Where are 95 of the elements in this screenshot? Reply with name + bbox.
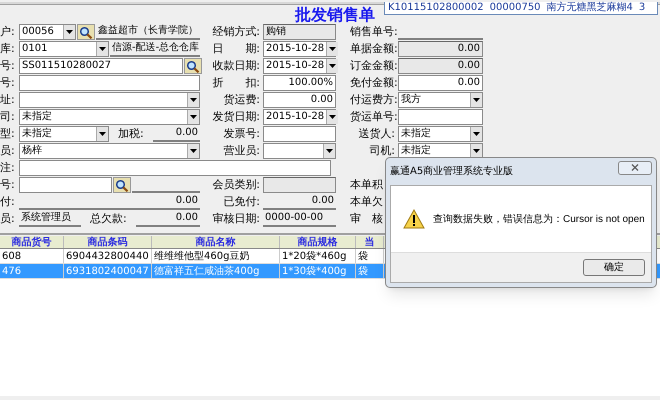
dropdown-field[interactable] <box>263 143 336 159</box>
field-label: 经销方式: <box>212 24 261 40</box>
list-cell: 南方无糖黑芝麻糊4 <box>546 2 633 14</box>
input-field[interactable] <box>19 177 112 193</box>
input-field[interactable] <box>19 75 200 91</box>
column-header[interactable]: 商品条码 <box>64 236 152 248</box>
search-icon[interactable] <box>113 177 131 193</box>
input-field[interactable]: 100.00% <box>263 75 336 91</box>
dropdown-field[interactable]: 2015-10-28 <box>263 109 336 125</box>
column-header[interactable]: 当 <box>356 236 384 248</box>
table-cell: 袋 <box>356 264 384 278</box>
list-cell: K10115102800002 <box>388 2 484 14</box>
table-cell: 1*30袋*400g <box>280 264 356 278</box>
underlined-value: 0.00 <box>136 211 200 227</box>
table-cell: 德富祥五仁咸油茶400g <box>152 264 280 278</box>
form-title: 批发销售单 <box>295 5 375 24</box>
field-label: 型: <box>0 126 16 142</box>
readonly-field: 0.00 <box>398 41 483 57</box>
table-cell: 6931802400047 <box>64 264 152 278</box>
dialog-message: 查询数据失败，错误信息为：Cursor is not open <box>433 212 645 226</box>
readonly-field: 购销 <box>263 24 336 40</box>
input-field[interactable]: 0.00 <box>398 75 483 91</box>
list-cell: 00000750 <box>490 2 541 14</box>
field-label: 加税: <box>117 126 145 142</box>
field-label: 订金金额: <box>350 58 397 74</box>
readonly-field: 0.00 <box>398 58 483 74</box>
field-label: 号: <box>0 75 16 91</box>
input-field[interactable] <box>398 109 483 125</box>
field-label: 司机: <box>368 143 396 159</box>
field-label: 折 扣: <box>212 75 261 91</box>
column-header[interactable]: 商品货号 <box>0 236 64 248</box>
table-cell: 1*20袋*460g <box>280 249 356 263</box>
table-cell: 608 <box>0 249 64 263</box>
underlined-value: 0000-00-00 <box>263 211 336 227</box>
field-label: 总欠款: <box>89 211 128 227</box>
dropdown-field[interactable]: 未指定 <box>19 126 109 142</box>
field-label: 营业员: <box>222 143 261 159</box>
warning-icon <box>403 209 425 229</box>
field-label: 付运费方: <box>350 92 397 108</box>
dropdown-field[interactable]: 0101 <box>19 41 109 57</box>
field-label: 发货日期: <box>212 109 261 125</box>
dropdown-field[interactable]: 2015-10-28 <box>263 41 336 57</box>
field-label: 送货人: <box>357 126 396 142</box>
dialog-title: 赢通A5商业管理系统专业版 <box>390 164 514 179</box>
table-cell: 袋 <box>356 249 384 263</box>
field-label: 司: <box>0 109 16 125</box>
field-label: 已免付: <box>222 194 261 210</box>
field-label: 收款日期: <box>212 58 261 74</box>
field-label: 发票号: <box>222 126 261 142</box>
dropdown-field[interactable]: 我方 <box>398 92 483 108</box>
field-label: 员: <box>0 211 16 227</box>
ok-button[interactable]: 确定 <box>583 259 645 276</box>
input-field[interactable] <box>263 126 336 142</box>
close-button[interactable] <box>618 160 652 174</box>
dropdown-field[interactable]: 未指定 <box>398 126 483 142</box>
field-label: 货运费: <box>222 92 261 108</box>
dropdown-field[interactable] <box>19 92 200 108</box>
underlined-value: 0.00 <box>263 194 336 210</box>
field-label: 库: <box>0 41 16 57</box>
dropdown-field[interactable]: 2015-10-28 <box>263 58 336 74</box>
field-label: 付: <box>0 194 16 210</box>
field-label: 号: <box>0 177 16 193</box>
field-label: 注: <box>0 160 16 176</box>
underlined-value: 0.00 <box>19 194 200 210</box>
search-icon[interactable] <box>184 58 202 74</box>
list-cell: 3 <box>638 2 646 14</box>
close-icon[interactable] <box>631 164 639 171</box>
table-cell: 维维维他型460g豆奶 <box>152 249 280 263</box>
field-label: 单据金额: <box>350 41 397 57</box>
column-header[interactable]: 商品名称 <box>152 236 280 248</box>
field-label: 址: <box>0 92 16 108</box>
input-field[interactable]: 0.00 <box>263 92 336 108</box>
field-label: 本单积 <box>350 177 383 193</box>
dropdown-field[interactable]: 00056 <box>19 24 76 40</box>
input-field[interactable] <box>19 160 331 176</box>
dropdown-field[interactable]: 未指定 <box>19 109 200 125</box>
field-label: 会员类别: <box>212 177 261 193</box>
table-cell: 476 <box>0 264 64 278</box>
field-label: 员: <box>0 143 16 159</box>
search-icon[interactable] <box>77 24 95 40</box>
field-label: 免付金额: <box>350 75 397 91</box>
table-cell: 6904432800440 <box>64 249 152 263</box>
field-label: 审 核 <box>350 211 383 227</box>
field-label: 审核日期: <box>212 211 261 227</box>
field-label: 户: <box>0 24 16 40</box>
field-label: 销售单号: <box>350 24 397 40</box>
underlined-value: 鑫益超市（长青学院） <box>96 24 200 40</box>
field-label: 日 期: <box>212 41 261 57</box>
input-field[interactable]: SS011510280027 <box>19 58 183 74</box>
column-header[interactable]: 商品规格 <box>280 236 356 248</box>
field-label: 本单欠 <box>350 194 383 210</box>
underlined-value: 系统管理员 <box>19 211 81 227</box>
dropdown-field[interactable]: 杨梓 <box>19 143 200 159</box>
field-label: 号: <box>0 58 16 74</box>
field-label: 货运单号: <box>350 109 397 125</box>
